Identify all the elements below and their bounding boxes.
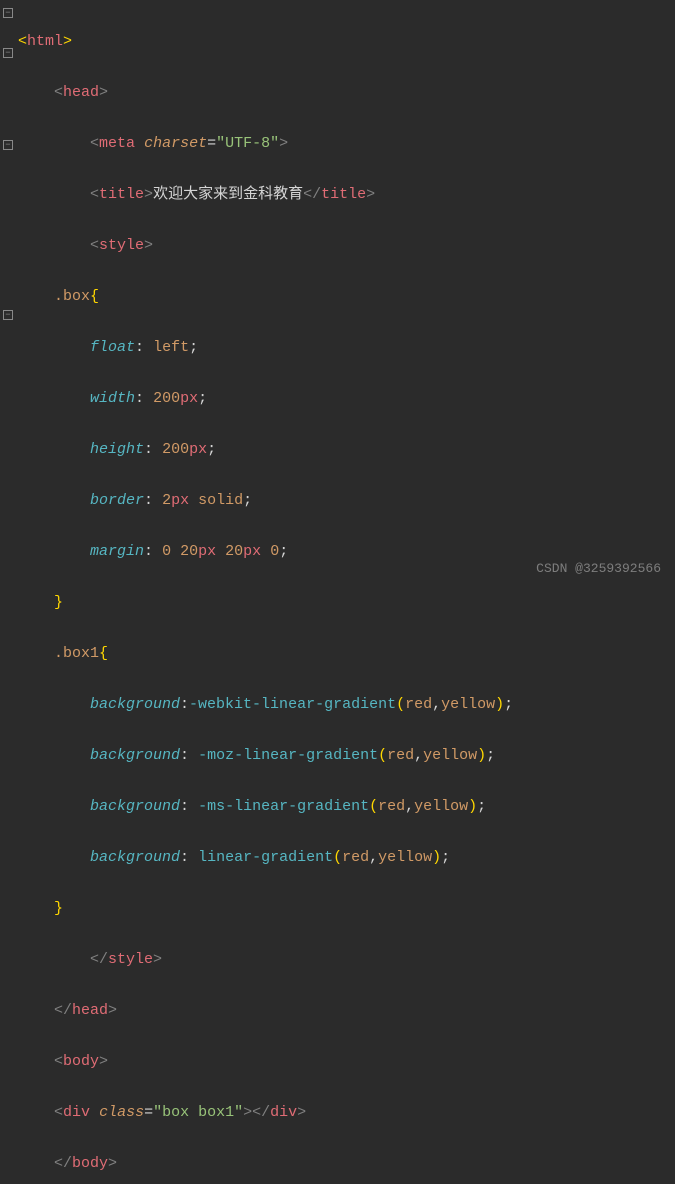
gutter: − − − − (0, 0, 18, 592)
code-line: .box{ (18, 284, 513, 310)
code-line: .box1{ (18, 641, 513, 667)
code-line: </head> (18, 998, 513, 1024)
code-area[interactable]: <html> <head> <meta charset="UTF-8"> <ti… (18, 0, 513, 592)
code-line: width: 200px; (18, 386, 513, 412)
code-editor: − − − − <html> <head> <meta charset="UTF… (0, 0, 675, 592)
code-line: background: linear-gradient(red,yellow); (18, 845, 513, 871)
watermark: CSDN @3259392566 (536, 558, 661, 580)
code-line: <head> (18, 80, 513, 106)
fold-marker-icon[interactable]: − (3, 310, 13, 320)
code-line: } (18, 896, 513, 922)
code-line: <title>欢迎大家来到金科教育</title> (18, 182, 513, 208)
code-line: <style> (18, 233, 513, 259)
code-line: <html> (18, 29, 513, 55)
fold-marker-icon[interactable]: − (3, 48, 13, 58)
code-line: height: 200px; (18, 437, 513, 463)
code-line: margin: 0 20px 20px 0; (18, 539, 513, 565)
code-line: </body> (18, 1151, 513, 1177)
code-line: background:-webkit-linear-gradient(red,y… (18, 692, 513, 718)
code-line: </style> (18, 947, 513, 973)
code-line: <div class="box box1"></div> (18, 1100, 513, 1126)
fold-marker-icon[interactable]: − (3, 140, 13, 150)
code-line: float: left; (18, 335, 513, 361)
code-line: } (18, 590, 513, 616)
fold-marker-icon[interactable]: − (3, 8, 13, 18)
code-line: background: -ms-linear-gradient(red,yell… (18, 794, 513, 820)
code-line: border: 2px solid; (18, 488, 513, 514)
code-line: background: -moz-linear-gradient(red,yel… (18, 743, 513, 769)
code-line: <body> (18, 1049, 513, 1075)
code-line: <meta charset="UTF-8"> (18, 131, 513, 157)
